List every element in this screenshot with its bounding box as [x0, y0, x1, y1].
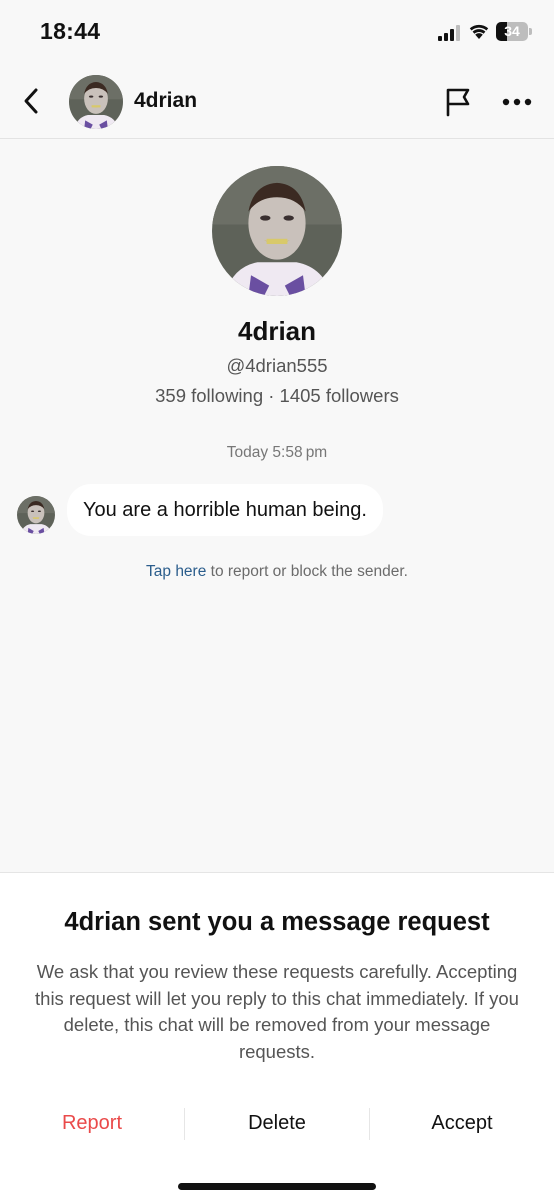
profile-avatar[interactable]: [212, 166, 342, 296]
report-button[interactable]: Report: [0, 1105, 184, 1141]
battery-level: 34: [504, 23, 520, 39]
flag-icon: [446, 88, 470, 117]
delete-button[interactable]: Delete: [185, 1105, 369, 1141]
wifi-icon: [469, 24, 489, 39]
more-horizontal-icon: [502, 98, 532, 106]
sheet-title: 4drian sent you a message request: [64, 908, 490, 936]
header-avatar[interactable]: [69, 75, 123, 129]
sheet-description: We ask that you review these requests ca…: [35, 961, 519, 1062]
report-flag-button[interactable]: [440, 84, 476, 120]
profile-stats: 359 following · 1405 followers: [155, 385, 399, 406]
report-hint-text: to report or block the sender.: [206, 563, 408, 580]
message-timestamp: Today 5:58 pm: [226, 444, 328, 461]
sheet-actions: Report Delete Accept: [0, 1105, 554, 1141]
home-indicator: [178, 1183, 376, 1190]
profile-name: 4drian: [237, 316, 317, 346]
message-request-sheet: 4drian sent you a message request We ask…: [0, 872, 554, 1200]
message-sender-avatar[interactable]: [17, 496, 55, 534]
back-button[interactable]: [14, 84, 48, 118]
cellular-signal-icon: [438, 25, 460, 41]
accept-button[interactable]: Accept: [370, 1105, 554, 1141]
profile-handle: @4drian555: [226, 355, 328, 376]
chat-header: 4drian: [0, 64, 554, 139]
chevron-left-icon: [24, 88, 38, 114]
status-bar: 18:44 34: [0, 0, 554, 64]
battery-icon: 34: [496, 22, 532, 41]
status-time: 18:44: [40, 18, 101, 44]
message-bubble[interactable]: You are a horrible human being.: [67, 484, 383, 536]
report-hint: Tap here to report or block the sender.: [0, 563, 554, 581]
header-username[interactable]: 4drian: [134, 89, 197, 113]
more-options-button[interactable]: [498, 86, 536, 118]
tap-here-link[interactable]: Tap here: [146, 563, 206, 580]
message-request-screen: 18:44 34 4drian 4drian @4drian555 359 fo…: [0, 0, 554, 1200]
